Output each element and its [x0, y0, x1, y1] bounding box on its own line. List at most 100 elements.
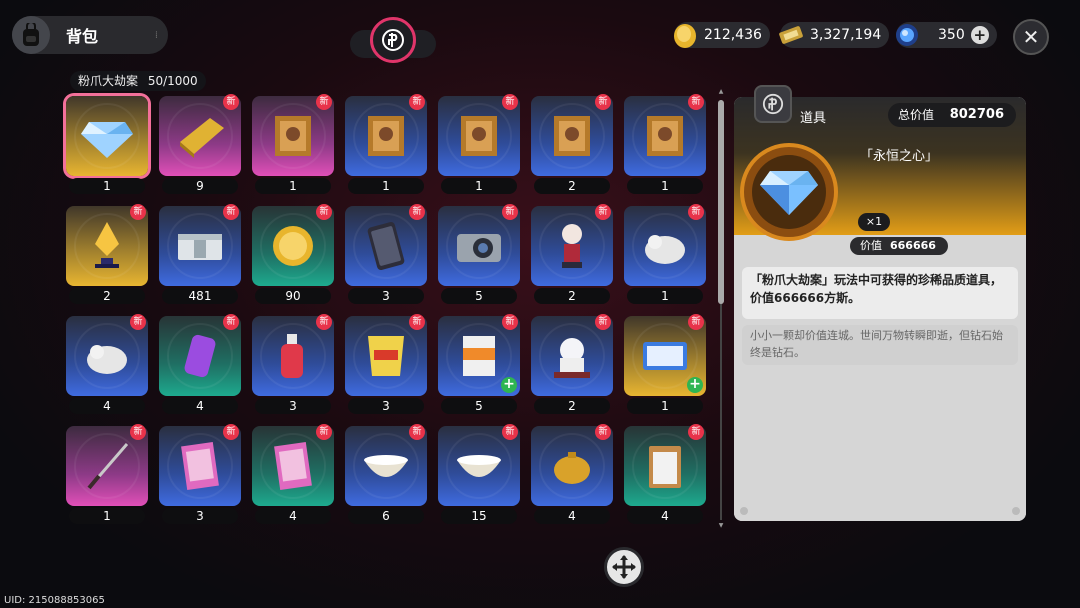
new-badge: 新 [223, 424, 239, 440]
inventory-slot[interactable]: 新3 [345, 204, 427, 306]
new-badge: 新 [595, 314, 611, 330]
inventory-slot[interactable]: 新4 [159, 314, 241, 416]
new-badge: 新 [316, 204, 332, 220]
inventory-slot[interactable]: 新4 [531, 424, 613, 526]
inventory-slot[interactable]: 新3 [159, 424, 241, 526]
scroll-thumb[interactable] [718, 100, 724, 304]
inventory-slot[interactable]: 新4 [624, 424, 706, 526]
inventory-slot[interactable]: 新6 [345, 424, 427, 526]
item-count: 4 [69, 398, 145, 414]
item-count: 5 [441, 398, 517, 414]
inventory-slot[interactable]: 新2 [531, 314, 613, 416]
new-badge: 新 [502, 94, 518, 110]
inventory-slot[interactable]: 新1 [438, 94, 520, 196]
page-title: 背包 [66, 27, 99, 46]
dots-icon: ⁞ [154, 29, 158, 41]
item-name: 「永恒之心」 [860, 149, 939, 164]
inventory-slot[interactable]: + 新 1 [624, 314, 706, 416]
new-badge: 新 [688, 424, 704, 440]
new-badge: 新 [316, 314, 332, 330]
plush-icon [87, 345, 127, 374]
collection-name: 粉爪大劫案 [78, 74, 139, 88]
new-badge: 新 [130, 204, 146, 220]
inventory-slot[interactable]: 新3 [252, 314, 334, 416]
inventory-slot[interactable]: 新 481 [159, 204, 241, 306]
brand-logo-icon[interactable] [370, 17, 416, 63]
inventory-slot[interactable]: 新1 [66, 424, 148, 526]
add-badge-icon[interactable]: + [687, 377, 703, 393]
inventory-slot[interactable]: 新4 [66, 314, 148, 416]
crystal-icon [892, 20, 922, 50]
painting-icon [275, 116, 311, 156]
magazine-icon [274, 441, 312, 491]
painting-icon [647, 116, 683, 156]
item-count: 2 [69, 288, 145, 304]
total-value: 802706 [949, 107, 1004, 122]
diamond-icon [760, 171, 818, 215]
new-badge: 新 [502, 204, 518, 220]
inventory-slot[interactable]: 新1 [345, 94, 427, 196]
new-badge: 新 [502, 314, 518, 330]
item-count: 2 [534, 178, 610, 194]
inventory-slot[interactable]: + 新 5 [438, 314, 520, 416]
diamond-icon [81, 122, 133, 158]
clipboard-icon [649, 446, 681, 488]
move-cross-icon [612, 555, 636, 579]
item-count: 3 [348, 398, 424, 414]
ticket-counter: 3,327,194 [779, 22, 890, 48]
item-count: 5 [441, 288, 517, 304]
item-card[interactable] [66, 96, 148, 176]
new-badge: 新 [688, 314, 704, 330]
total-value-pill: 总价值 802706 [888, 103, 1016, 127]
item-count: 6 [348, 508, 424, 524]
inventory-slot[interactable]: 新4 [252, 424, 334, 526]
painting-icon [461, 116, 497, 156]
close-button[interactable]: ✕ [1013, 19, 1049, 55]
crystal-value: 350 [938, 27, 965, 43]
inventory-slot[interactable]: 新5 [438, 204, 520, 306]
move-button[interactable] [604, 547, 644, 587]
item-count: 1 [255, 178, 331, 194]
chips-icon [368, 336, 404, 376]
add-badge-icon[interactable]: + [501, 377, 517, 393]
inventory-slot[interactable]: 1 [66, 96, 148, 196]
inventory-slot[interactable]: 新2 [531, 94, 613, 196]
inventory-slot[interactable]: 新 90 [252, 204, 334, 306]
item-count: 1 [441, 178, 517, 194]
inventory-slot[interactable]: 新1 [252, 94, 334, 196]
inventory-scrollbar[interactable]: ▲ ▼ [718, 88, 724, 529]
soda-can-icon [184, 334, 216, 378]
inventory-slot[interactable]: 新9 [159, 94, 241, 196]
add-crystal-button[interactable]: + [970, 26, 989, 44]
item-count: 3 [255, 398, 331, 414]
inventory-slot[interactable]: 新3 [345, 314, 427, 416]
trophy-icon [95, 222, 119, 268]
item-count: 3 [162, 508, 238, 524]
inventory-slot[interactable]: 新2 [66, 204, 148, 306]
collection-progress: 50/1000 [147, 74, 198, 88]
ticket-icon [776, 20, 806, 50]
item-count: 1 [627, 178, 703, 194]
inventory-slot[interactable]: 新2 [531, 204, 613, 306]
worth-label: 价值 [860, 239, 882, 252]
gold-bar-icon [180, 118, 224, 158]
category-label: 道具 [800, 111, 827, 126]
item-preview-ring [740, 143, 838, 241]
bowl-icon [457, 455, 501, 477]
item-description: 「粉爪大劫案」玩法中可获得的珍稀品质道具，价值666666方斯。 [742, 267, 1018, 319]
worth-value: 666666 [890, 239, 936, 252]
katana-icon [87, 443, 129, 490]
gold-coin-counter: 212,436 [674, 22, 770, 48]
corner-dot [1012, 507, 1020, 515]
inventory-slot[interactable]: 新1 [624, 94, 706, 196]
new-badge: 新 [595, 204, 611, 220]
scroll-down-icon: ▼ [718, 522, 724, 529]
new-badge: 新 [130, 314, 146, 330]
inventory-slot[interactable]: 新1 [624, 204, 706, 306]
user-id: UID: 215088853065 [4, 595, 105, 606]
category-tab-icon[interactable] [754, 85, 792, 123]
bag-header: 背包 ⁞ [12, 16, 168, 54]
cash-stack-icon [178, 234, 222, 260]
item-count: 2 [534, 398, 610, 414]
inventory-slot[interactable]: 新 15 [438, 424, 520, 526]
